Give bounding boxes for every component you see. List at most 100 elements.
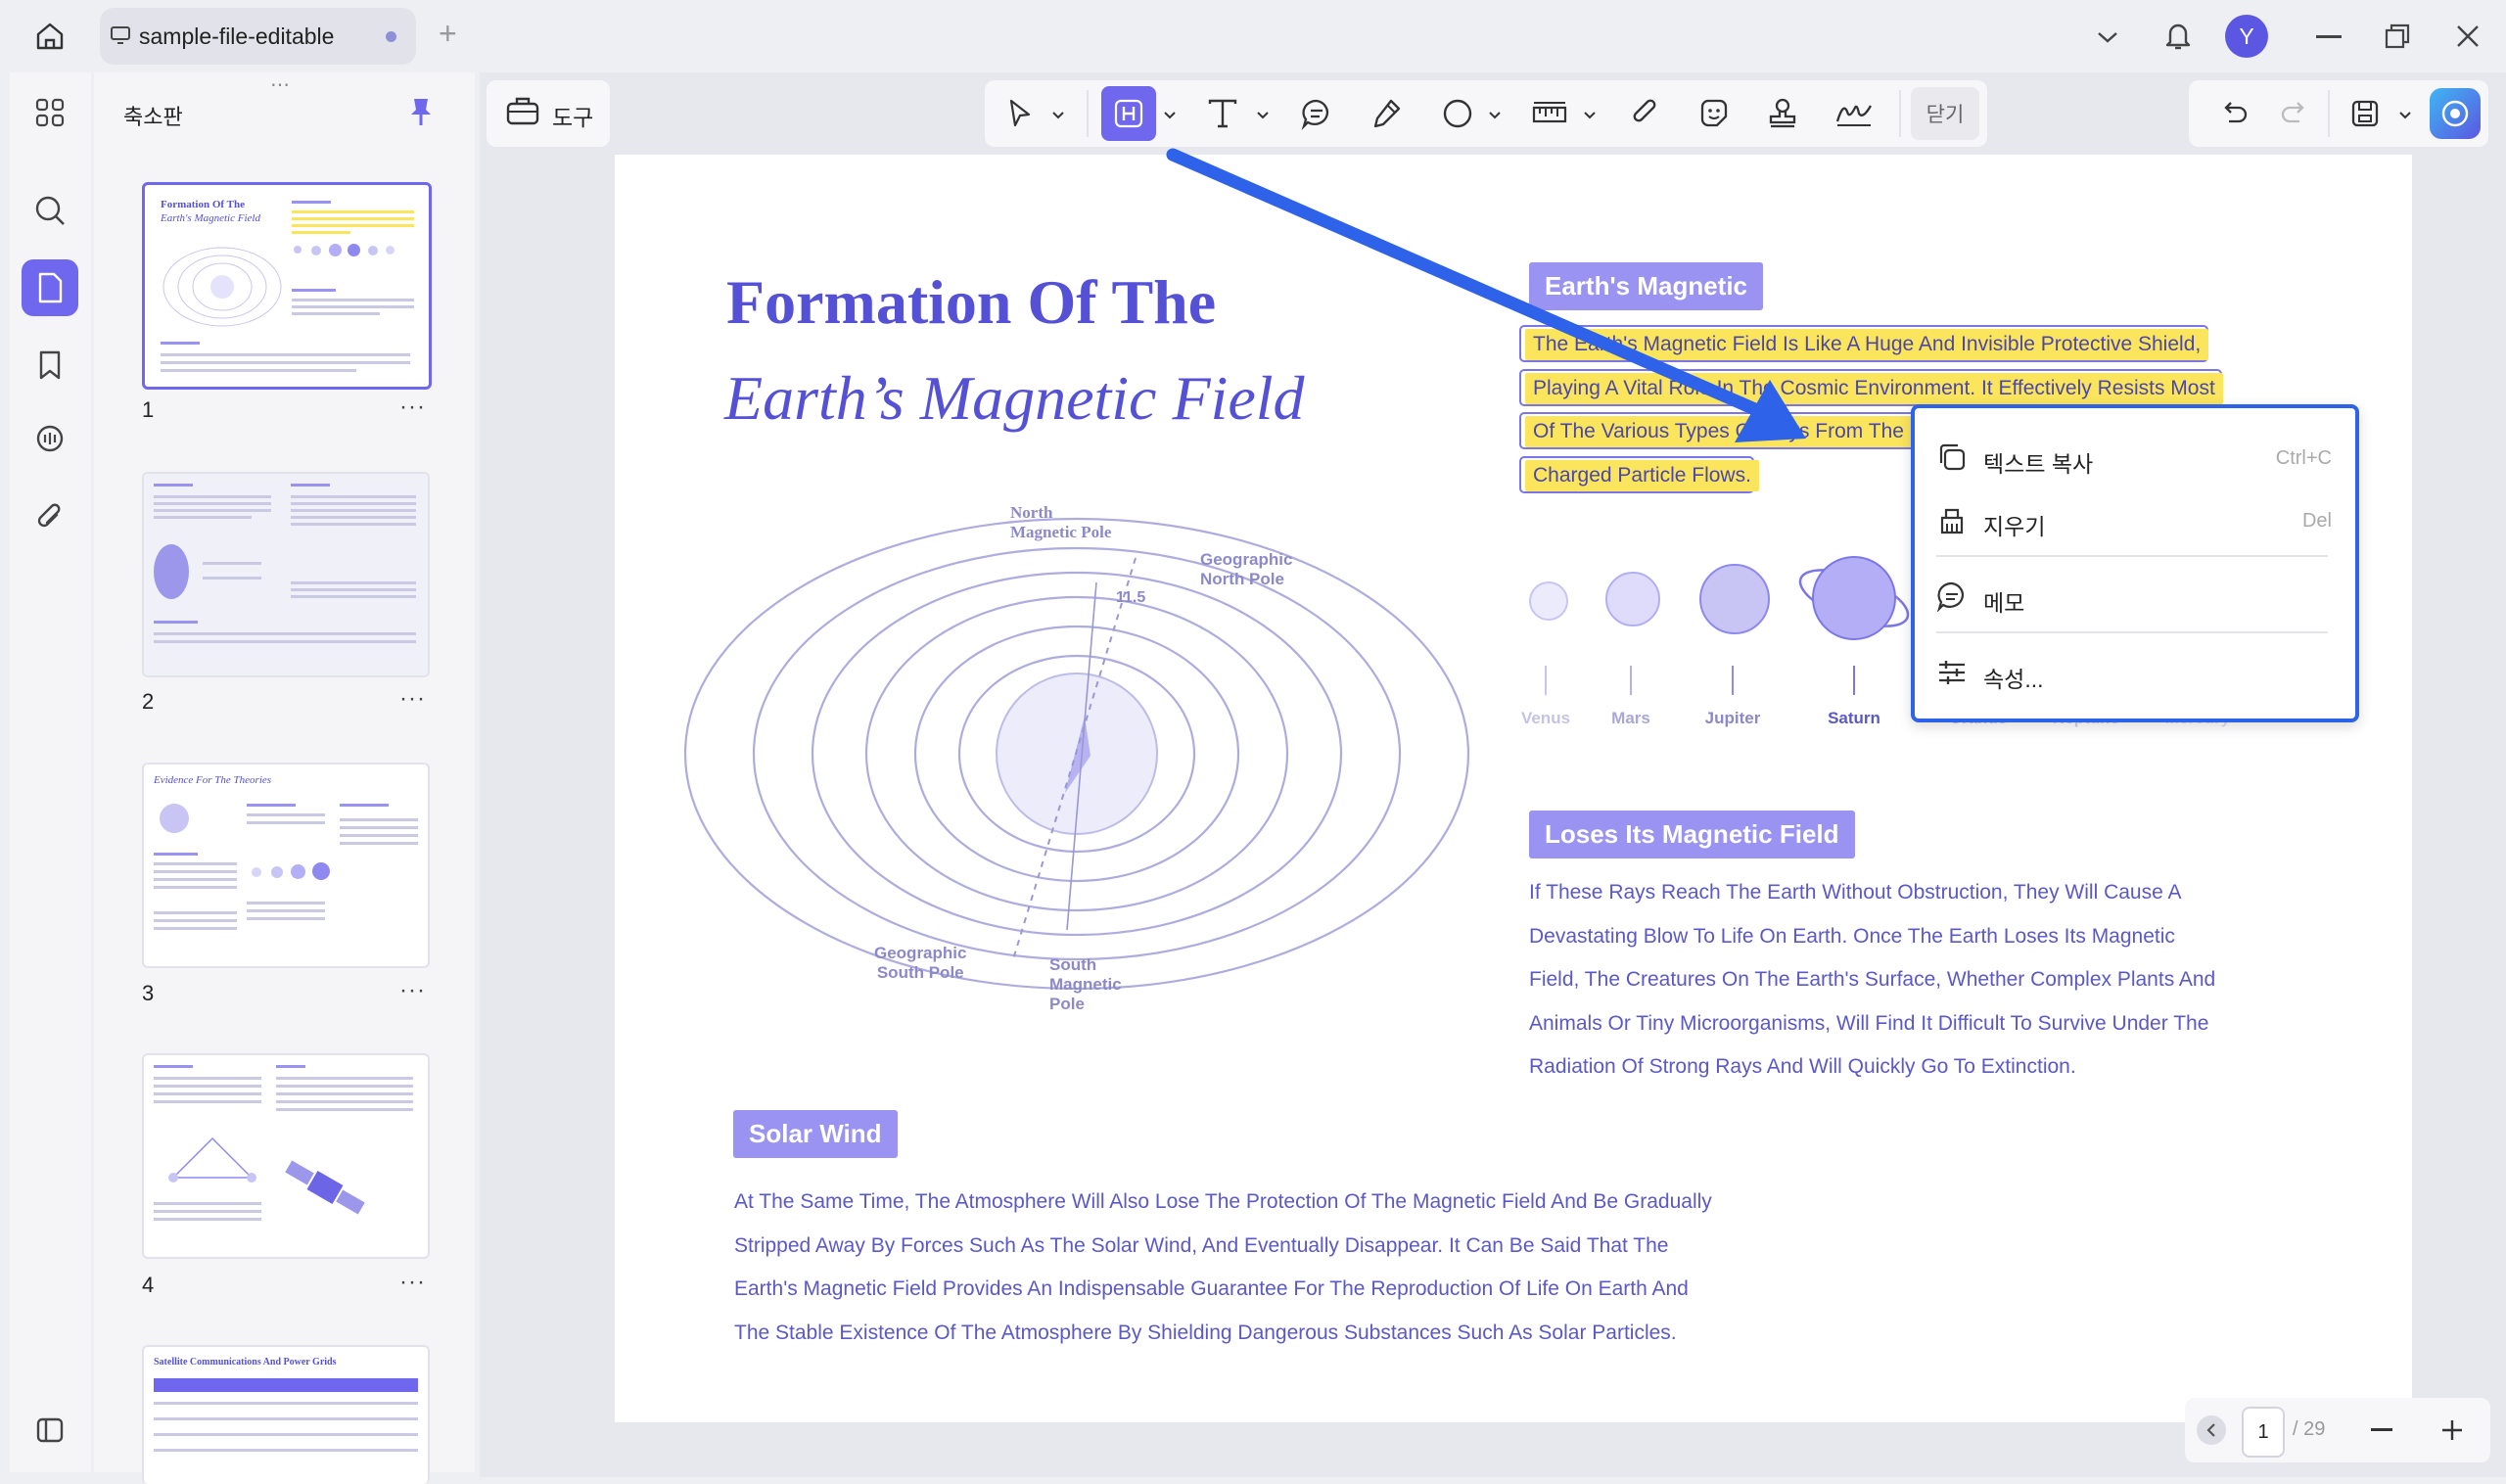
page-number-label: 3 [142, 981, 155, 1005]
unsaved-dot [386, 31, 396, 42]
context-menu: 텍스트 복사 Ctrl+C 지우기 Del 메모 속성... [1911, 404, 2359, 722]
save-icon[interactable] [2344, 90, 2387, 137]
magnetic-field-diagram [683, 517, 1470, 991]
divider [2328, 90, 2330, 137]
toolbox-icon [505, 94, 540, 132]
pen-tool-icon[interactable] [1365, 90, 1410, 137]
page-thumbnail-3[interactable]: Evidence For The Theories [142, 763, 430, 968]
zoom-in-icon[interactable] [2437, 1415, 2467, 1445]
comment-tool-icon[interactable] [1294, 90, 1339, 137]
panel-title: 축소판 [123, 105, 183, 129]
menu-label: 메모 [1983, 590, 2025, 616]
planet-tick [1545, 666, 1547, 695]
select-cursor-icon[interactable] [1000, 90, 1040, 137]
undo-icon[interactable] [2214, 92, 2253, 135]
bell-icon[interactable] [2158, 16, 2198, 55]
signature-icon[interactable] [1829, 90, 1880, 137]
menu-item-copy-text[interactable]: 텍스트 복사 Ctrl+C [1915, 428, 2355, 487]
doc-title-line1: Formation Of The [726, 267, 1217, 337]
stamp-icon[interactable] [1760, 90, 1805, 137]
attachment-icon[interactable] [1623, 90, 1668, 137]
menu-separator [1936, 555, 2328, 557]
page-number-input[interactable]: 1 [2242, 1407, 2285, 1458]
page-thumbnail-5[interactable]: Satellite Communications And Power Grids [142, 1345, 430, 1484]
planet-label: Saturn [1828, 709, 1880, 727]
tools-label: 도구 [552, 105, 594, 130]
eraser-icon [1940, 508, 1964, 534]
close-icon[interactable] [2451, 20, 2484, 53]
shape-tool-icon[interactable] [1435, 90, 1480, 137]
text-tool-icon[interactable] [1200, 90, 1245, 137]
north-magnetic-pole-label: North Magnetic Pole [1010, 503, 1112, 541]
add-tab-button[interactable]: + [439, 16, 457, 52]
chevron-down-icon[interactable] [2090, 20, 2125, 55]
pin-icon[interactable] [403, 94, 439, 129]
chevron-down-icon[interactable] [1163, 108, 1177, 125]
planet-mars [1605, 572, 1660, 626]
close-edit-button[interactable]: 닫기 [1911, 87, 1979, 140]
menu-label: 속성... [1983, 667, 2044, 692]
page-thumbnail-2[interactable] [142, 472, 430, 677]
measure-tool-icon[interactable] [1525, 90, 1574, 137]
solar-wind-paragraph: At The Same Time, The Atmosphere Will Al… [734, 1190, 1712, 1344]
search-icon[interactable] [22, 182, 78, 239]
tilt-angle-label: 11.5 [1116, 589, 1146, 606]
page-number-label: 4 [142, 1273, 155, 1297]
page-more-button[interactable]: ··· [399, 685, 426, 713]
chevron-down-icon[interactable] [1051, 108, 1065, 125]
menu-shortcut: Del [2301, 510, 2332, 532]
planet-venus [1529, 581, 1568, 621]
menu-shortcut: Ctrl+C [2275, 447, 2332, 469]
page-more-button[interactable]: ··· [399, 394, 426, 421]
minimize-icon[interactable] [2316, 35, 2342, 38]
restore-icon[interactable] [2381, 20, 2414, 53]
page-more-button[interactable]: ··· [399, 977, 426, 1004]
home-icon[interactable] [27, 16, 72, 57]
menu-separator [1936, 631, 2328, 633]
resize-handle[interactable]: ⋯ [270, 72, 292, 97]
menu-item-memo[interactable]: 메모 [1915, 567, 2355, 626]
planet-label: Venus [1520, 709, 1571, 727]
apps-grid-icon[interactable] [22, 84, 78, 141]
chevron-down-icon[interactable] [1256, 108, 1270, 125]
page-more-button[interactable]: ··· [399, 1269, 426, 1296]
geographic-north-pole-label: Geographic North Pole [1200, 550, 1293, 588]
page-thumbnail-4[interactable] [142, 1053, 430, 1259]
planet-jupiter [1699, 564, 1770, 634]
sticker-icon[interactable] [1692, 90, 1737, 137]
page-number-label: 1 [142, 397, 155, 422]
planet-label: Mars [1611, 709, 1650, 727]
bookmark-icon[interactable] [22, 337, 78, 394]
prev-page-icon[interactable] [2197, 1415, 2226, 1445]
chevron-down-icon[interactable] [1488, 108, 1502, 125]
sliders-icon [1939, 661, 1965, 684]
zoom-out-icon[interactable] [2371, 1428, 2392, 1431]
redo-icon[interactable] [2275, 92, 2314, 135]
sidebar-toggle-icon[interactable] [22, 1402, 78, 1459]
attachment-icon[interactable] [22, 489, 78, 546]
thumb-subtitle: Earth's Magnetic Field [161, 212, 260, 224]
chevron-down-icon[interactable] [1583, 108, 1597, 125]
planet-saturn [1798, 556, 1910, 640]
menu-item-properties[interactable]: 속성... [1915, 643, 2355, 702]
comment-icon[interactable] [22, 411, 78, 468]
tutorial-arrow [1166, 148, 1806, 442]
copy-icon [1939, 443, 1966, 471]
planet-label: Jupiter [1704, 709, 1761, 727]
thumb-title: Evidence For The Theories [154, 774, 272, 786]
user-avatar[interactable]: Y [2225, 15, 2268, 58]
memo-icon [1936, 581, 1964, 612]
menu-label: 지우기 [1983, 514, 2046, 539]
highlight-tool-icon[interactable] [1101, 86, 1156, 141]
thumbnail-view-icon[interactable] [22, 259, 78, 316]
page-number-label: 2 [142, 689, 155, 714]
tab-title: sample-file-editable [139, 23, 335, 49]
loses-paragraph: If These Rays Reach The Earth Without Ob… [1529, 881, 2216, 1078]
monitor-icon [110, 25, 131, 50]
chevron-down-icon[interactable] [2398, 108, 2412, 125]
menu-item-delete[interactable]: 지우기 Del [1915, 490, 2355, 549]
planet-tick [1732, 666, 1734, 695]
page-thumbnail-1[interactable]: Formation Of The Earth's Magnetic Field [142, 182, 432, 390]
page-total: / 29 [2293, 1418, 2326, 1440]
ai-assistant-icon[interactable] [2430, 88, 2481, 139]
